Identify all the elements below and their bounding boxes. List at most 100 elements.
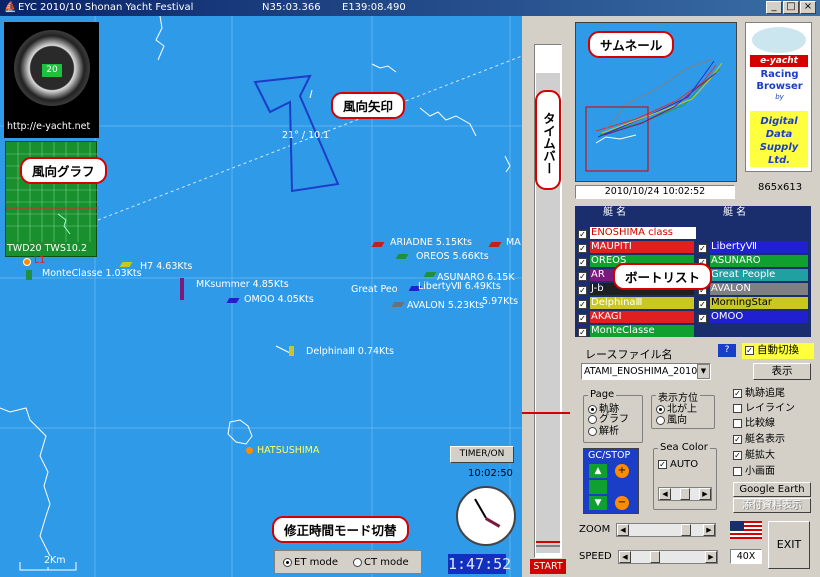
boat-label: DelphinaⅢ 0.74Kts [306, 346, 394, 357]
island-label: HATSUSHIMA [257, 445, 320, 456]
time-mode-switcher: ET mode CT mode [274, 550, 422, 574]
boat-item-left[interactable]: MAUPITI [590, 241, 694, 253]
race-map[interactable]: 20 http://e-yacht.net TWD20 TWS10.2 21° … [0, 16, 522, 577]
minimize-button[interactable]: _ [766, 1, 782, 14]
callout-boat-list: ボートリスト [613, 263, 713, 290]
exit-button[interactable]: EXIT [768, 521, 810, 569]
page-group-title: Page [588, 389, 617, 400]
boat-item-right[interactable]: OMOO [710, 311, 808, 323]
boat-icon[interactable] [26, 270, 32, 280]
header-col1: 艇 名 [603, 207, 627, 218]
brand-name: e-yacht [750, 55, 808, 67]
boat-item-right[interactable]: MorningStar [710, 297, 808, 309]
wind-graph-readout: TWD20 TWS10.2 [7, 243, 87, 254]
timer-button[interactable]: TIMER/ON [450, 446, 514, 463]
logo-line2: Browser [756, 81, 803, 92]
google-earth-button[interactable]: Google Earth [733, 482, 811, 497]
boat-name-checkbox[interactable]: ✓ 艇名表示 [733, 432, 785, 447]
boat-item-right[interactable]: ASUNARO [710, 255, 808, 267]
island-marker-icon [246, 447, 253, 454]
header-col2: 艇 名 [723, 207, 747, 218]
timer-value: 10:02:50 [468, 468, 513, 479]
callout-timebar: タイムバー [535, 90, 561, 190]
latitude-readout: N35:03.366 [262, 2, 321, 13]
compare-line-checkbox[interactable]: 比較線 [733, 416, 775, 431]
maximize-button[interactable]: □ [783, 1, 799, 14]
zoom-slider[interactable]: ◀ ▶ [616, 523, 716, 537]
help-button[interactable]: ? [718, 344, 736, 357]
boat-item-right[interactable]: LibertyⅦ [710, 241, 808, 253]
boat-label: MA [506, 237, 521, 248]
sea-color-slider[interactable]: ◀ ▶ [658, 487, 712, 501]
us-flag-icon[interactable] [730, 521, 762, 539]
boat-item-left[interactable]: MonteClasse [590, 325, 694, 337]
sea-color-auto-checkbox[interactable]: ✓ AUTO [658, 457, 698, 472]
minus-icon[interactable]: − [615, 496, 629, 510]
boat-item-left[interactable]: AKAGI [590, 311, 694, 323]
zoom-label: ZOOM [579, 524, 611, 535]
compass-wind-value: 20 [42, 64, 62, 77]
boat-label: OMOO 4.05Kts [244, 294, 314, 305]
thumbnail-size: 865x613 [758, 182, 803, 193]
arrow-down-icon[interactable]: ▼ [589, 496, 607, 510]
boat-label: Great Peo [351, 284, 398, 295]
app-icon: ⛵ [4, 2, 17, 13]
boat-label: ARIADNE 5.15Kts [390, 237, 472, 248]
title-bar: ⛵ EYC 2010/10 Shonan Yacht Festival N35:… [0, 0, 820, 16]
company-name: Digital Data Supply Ltd. [750, 111, 808, 167]
boat-icon[interactable] [180, 278, 184, 300]
boat-label: H7 4.63Kts [140, 261, 193, 272]
compass-panel: 20 http://e-yacht.net [4, 22, 99, 138]
timebar-cursor[interactable] [522, 412, 570, 414]
race-file-select[interactable]: ATAMI_ENOSHIMA_2010.txt [581, 363, 711, 380]
track-follow-checkbox[interactable]: ✓ 軌跡追尾 [733, 386, 785, 401]
attachments-button[interactable]: 添付資料表示 [733, 498, 811, 513]
chevron-down-icon[interactable]: ▼ [697, 364, 710, 379]
thumbnail-map[interactable]: サムネール [575, 22, 737, 182]
thumbnail-timestamp: 2010/10/24 10:02:52 [575, 185, 735, 199]
page-graph-radio[interactable]: グラフ [588, 414, 629, 425]
close-button[interactable]: × [800, 1, 816, 14]
boat-item-right[interactable]: AVALON [710, 283, 808, 295]
mark-label: L1 [34, 255, 46, 266]
display-button[interactable]: 表示 [753, 363, 811, 380]
longitude-readout: E139:08.490 [342, 2, 406, 13]
clock-face-icon [456, 486, 516, 546]
boat-enlarge-checkbox[interactable]: ✓ 艇拡大 [733, 448, 775, 463]
ct-mode-radio[interactable]: CT mode [353, 555, 409, 570]
auto-switch-checkbox[interactable]: ✓ 自動切換 [742, 343, 814, 359]
boat-item-left[interactable]: DelphinaⅢ [590, 297, 694, 309]
boat-label: OREOS 5.66Kts [416, 251, 489, 262]
control-panel: サムネール 2010/10/24 10:02:52 e-yacht Racing… [570, 16, 820, 577]
boat-icon[interactable] [289, 346, 294, 356]
boat-list-header: 艇 名 艇 名 [575, 206, 811, 219]
menu-lines-icon[interactable] [589, 480, 607, 494]
boat-label: MKsummer 4.85Kts [196, 279, 289, 290]
callout-time-mode: 修正時間モード切替 [272, 516, 409, 543]
callout-thumbnail: サムネール [588, 31, 675, 58]
small-screen-checkbox[interactable]: 小画面 [733, 464, 775, 479]
race-clock-display: 1:47:52 [448, 554, 512, 574]
mark-buoy-icon[interactable] [23, 258, 31, 266]
start-button[interactable]: START [530, 559, 566, 574]
boat-label: LibertyⅦ 6.49Kts [418, 281, 501, 292]
timebar-panel: タイムバー START [522, 16, 570, 577]
boat-label: 5.97Kts [482, 296, 519, 307]
arrow-up-icon[interactable]: ▲ [589, 464, 607, 478]
page-analysis-radio[interactable]: 解析 [588, 426, 619, 437]
class-label[interactable]: ENOSHIMA class [590, 227, 696, 239]
boat-item-right[interactable]: Great People [710, 269, 808, 281]
boat-label: AVALON 5.23Kts [407, 300, 484, 311]
brand-logo: e-yacht Racing Browser by Digital Data S… [745, 22, 812, 172]
logo-by: by [775, 93, 784, 101]
plus-icon[interactable]: + [615, 464, 629, 478]
orientation-group: 表示方位 北が上 風向 [651, 389, 715, 429]
wind-arrow-label: 21° / 10.1 [282, 130, 330, 141]
et-mode-radio[interactable]: ET mode [283, 555, 338, 570]
layline-checkbox[interactable]: レイライン [733, 401, 795, 416]
site-url: http://e-yacht.net [7, 121, 91, 132]
wind-up-radio[interactable]: 風向 [656, 415, 687, 426]
speed-slider[interactable]: ◀ ▶ [618, 550, 718, 564]
app-title: EYC 2010/10 Shonan Yacht Festival [18, 2, 194, 13]
logo-line1: Racing [760, 69, 799, 80]
